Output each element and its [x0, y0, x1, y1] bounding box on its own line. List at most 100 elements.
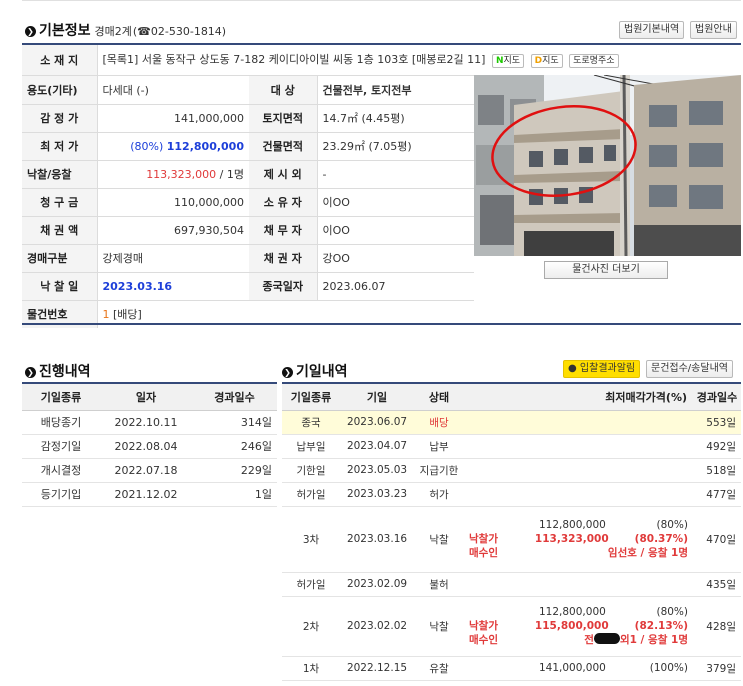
- dates-date: 2023.02.09: [340, 572, 414, 597]
- dates-type: 허가일: [282, 482, 340, 507]
- min-price-line: 112,800,000 (80%): [469, 605, 688, 619]
- court-phone: (☎02-530-1814): [132, 25, 227, 38]
- win-price-line: 낙찰가 115,800,000 (82.13%): [469, 619, 688, 633]
- dates-row: 허가일 2023.02.09 불허 435일: [282, 572, 741, 597]
- more-photos-button[interactable]: 물건사진 더보기: [544, 261, 668, 279]
- road-address-button[interactable]: 도로명주소: [569, 54, 619, 69]
- sale-date-value: 2023.03.16: [97, 272, 249, 301]
- dates-days: 518일: [693, 458, 741, 483]
- win-label: 낙찰가: [469, 620, 498, 632]
- progress-row: 등기기입 2021.12.02 1일: [22, 482, 277, 507]
- final-date-value: 2023.06.07: [317, 272, 474, 301]
- court-dept: 경매2계: [94, 25, 132, 38]
- buyer-value: 외1 / 응찰 1명: [619, 634, 688, 646]
- dates-row: 종국 2023.06.07 배당 553일: [282, 410, 741, 435]
- dates-table: 기일종류 기일 상태 최저매각가격(%) 경과일수 종국 2023.06.07 …: [282, 382, 741, 681]
- dates-status: 낙찰: [414, 506, 464, 573]
- naver-icon: N: [495, 56, 504, 67]
- auction-type-value: 강제경매: [97, 244, 249, 273]
- dates-min-price: [464, 410, 693, 435]
- extra-value: -: [317, 160, 474, 189]
- progress-days: 246일: [192, 434, 277, 459]
- dates-date: 2023.05.03: [340, 458, 414, 483]
- dates-type: 3차: [282, 506, 340, 573]
- dates-date: 2023.03.23: [340, 482, 414, 507]
- progress-type: 감정기일: [22, 434, 100, 459]
- location-label: 소 재 지: [22, 45, 98, 76]
- dates-status: 허가: [414, 482, 464, 507]
- dates-type: 1차: [282, 656, 340, 681]
- min-price-pct: (80%): [130, 139, 164, 153]
- min-price-value: 112,800,000: [166, 139, 244, 153]
- property-photo[interactable]: [474, 75, 741, 256]
- redacted-name-mark: [593, 633, 620, 644]
- location-cell: [목록1] 서울 동작구 상도동 7-182 케이디아이빌 씨동 1층 103호…: [97, 45, 741, 76]
- document-receipt-button[interactable]: 문건접수/송달내역: [646, 360, 733, 378]
- progress-header-row: 기일종류 일자 경과일수: [22, 382, 277, 411]
- bid-price: 113,323,000: [146, 168, 217, 181]
- item-no-number: 1: [102, 308, 110, 322]
- creditor-label: 채 권 자: [249, 244, 318, 273]
- bid-label: 낙찰/응찰: [22, 160, 98, 189]
- target-value: 건물전부, 토지전부: [317, 76, 474, 105]
- progress-title: 진행내역: [39, 364, 91, 380]
- progress-days: 229일: [192, 458, 277, 483]
- buyer-line: 매수인 임선호 / 응찰 1명: [469, 546, 688, 560]
- bid-result-alert-button[interactable]: ● 입찰결과알림: [563, 360, 641, 378]
- win-price-line: 낙찰가 113,323,000 (80.37%): [469, 532, 688, 546]
- land-area-value: 14.7㎡ (4.45평): [317, 104, 474, 133]
- progress-header-days: 경과일수: [192, 382, 277, 411]
- dates-date: 2023.06.07: [340, 410, 414, 435]
- progress-date: 2022.10.11: [100, 410, 192, 435]
- debtor-label: 채 무 자: [249, 216, 318, 245]
- court-info-button[interactable]: 법원기본내역: [619, 21, 685, 39]
- bid-min-pct: (80%): [656, 606, 688, 618]
- info-row: 최 저 가 (80%) 112,800,000 건물면적 23.29㎡ (7.0…: [22, 132, 474, 161]
- basic-info-title: 기본정보: [39, 23, 91, 39]
- dates-status: 납부: [414, 434, 464, 459]
- location-table: 소 재 지 [목록1] 서울 동작구 상도동 7-182 케이디아이빌 씨동 1…: [22, 45, 741, 76]
- dates-status: 유찰: [414, 656, 464, 681]
- dates-header-status: 상태: [414, 382, 464, 411]
- dates-days: 428일: [693, 596, 741, 657]
- info-row: 청 구 금 110,000,000 소 유 자 이OO: [22, 188, 474, 217]
- dates-type: 납부일: [282, 434, 340, 459]
- bullet-icon: ❯: [282, 367, 293, 378]
- auction-type-label: 경매구분: [22, 244, 98, 273]
- location-row: 소 재 지 [목록1] 서울 동작구 상도동 7-182 케이디아이빌 씨동 1…: [22, 45, 741, 76]
- bullet-icon: ❯: [25, 26, 36, 37]
- bid-min-pct: (80%): [656, 519, 688, 531]
- daum-map-button[interactable]: D지도: [530, 54, 563, 69]
- debt-label: 채 권 액: [22, 216, 98, 245]
- appraisal-label: 감 정 가: [22, 104, 98, 133]
- buyer-prefix: 전: [584, 634, 594, 646]
- dates-min-price: [464, 572, 693, 597]
- progress-header-date: 일자: [100, 382, 192, 411]
- bid-min-pct: (100%): [649, 662, 688, 674]
- bid-detail-cell: 141,000,000 (100%): [464, 656, 693, 681]
- win-price: 115,800,000: [534, 620, 609, 632]
- dates-header-days: 경과일수: [693, 382, 741, 411]
- extra-label: 제 시 외: [249, 160, 318, 189]
- court-guide-button[interactable]: 법원안내: [690, 21, 737, 39]
- dates-date: 2023.03.16: [340, 506, 414, 573]
- building-area-label: 건물면적: [249, 132, 318, 161]
- dates-days: 379일: [693, 656, 741, 681]
- building-photo-image: [474, 75, 741, 256]
- dates-date: 2022.12.15: [340, 656, 414, 681]
- naver-map-button[interactable]: N지도: [491, 54, 525, 69]
- dates-type: 기한일: [282, 458, 340, 483]
- dates-row: 허가일 2023.03.23 허가 477일: [282, 482, 741, 507]
- bid-result-alert-label: 입찰결과알림: [579, 363, 636, 374]
- basic-info-bottom-rule: [22, 323, 741, 325]
- owner-label: 소 유 자: [249, 188, 318, 217]
- dates-row-bid: 3차 2023.03.16 낙찰 112,800,000 (80%) 낙찰가 113…: [282, 506, 741, 573]
- progress-days: 314일: [192, 410, 277, 435]
- target-label: 대 상: [249, 76, 318, 105]
- building-area-value: 23.29㎡ (7.05평): [317, 132, 474, 161]
- bullet-icon: ❯: [25, 367, 36, 378]
- progress-days: 1일: [192, 482, 277, 507]
- dates-date: 2023.04.07: [340, 434, 414, 459]
- buyer-line: 매수인 전 외1 / 응찰 1명: [469, 633, 688, 647]
- bid-min-price: 141,000,000: [539, 662, 606, 674]
